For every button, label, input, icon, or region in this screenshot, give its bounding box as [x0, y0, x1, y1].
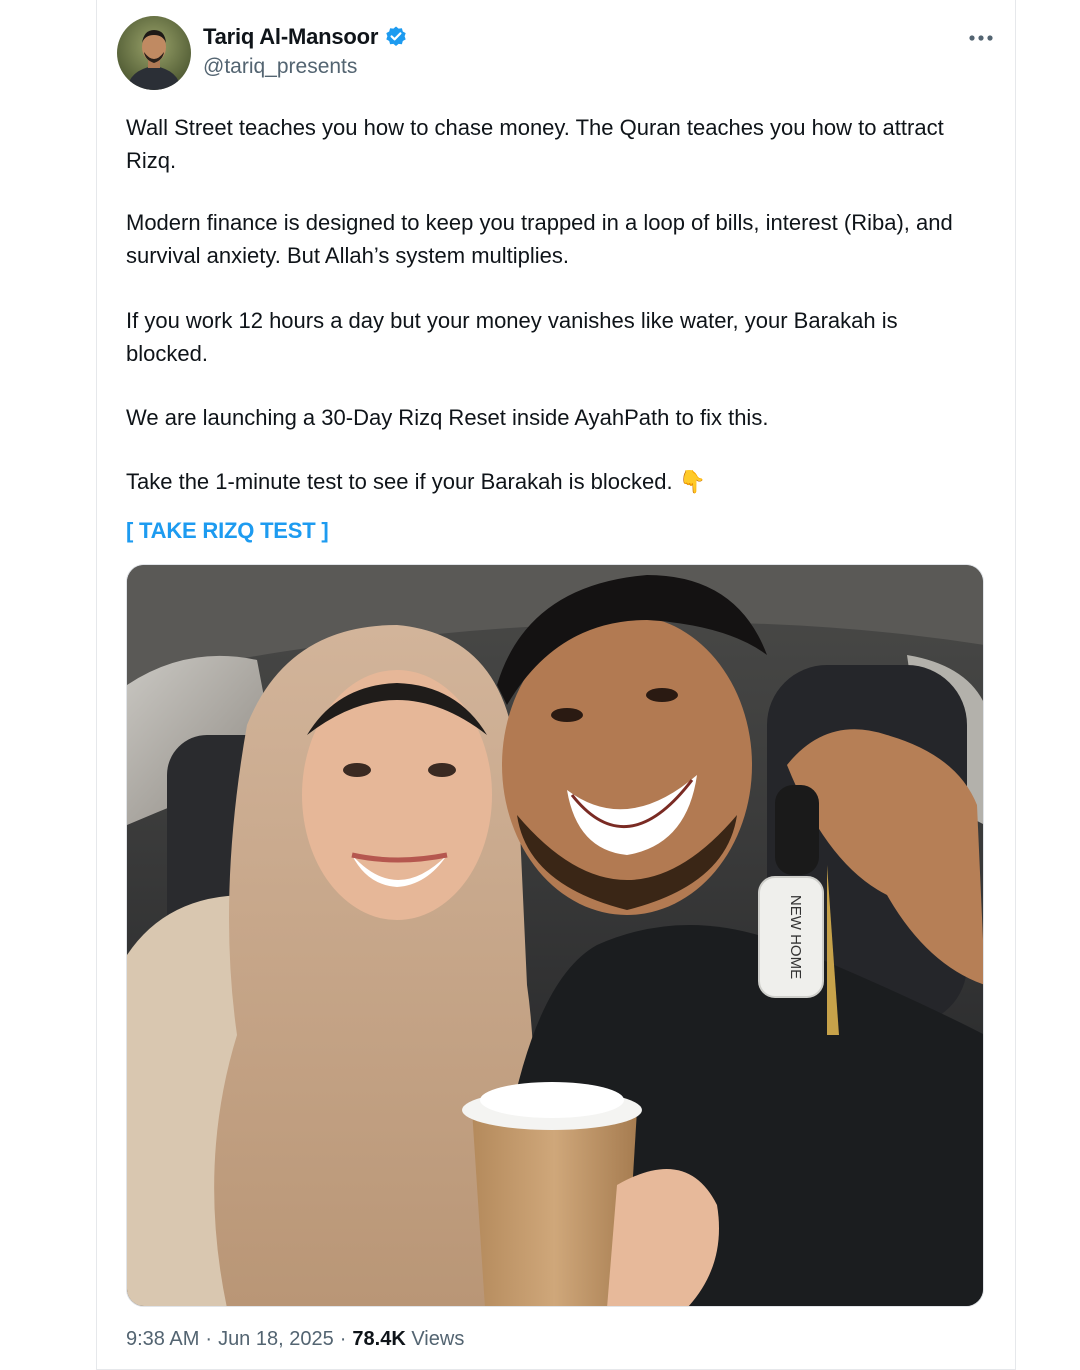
separator: · — [205, 1328, 213, 1350]
separator: · — [339, 1328, 347, 1350]
tweet-date[interactable]: Jun 18, 2025 — [218, 1328, 334, 1351]
take-rizq-test-link[interactable]: [ TAKE RIZQ TEST ] — [126, 518, 329, 544]
views-label: Views — [411, 1328, 465, 1350]
tweet-meta: 9:38 AM · Jun 18, 2025 · 78.4K Views — [126, 1328, 464, 1351]
more-options-icon[interactable] — [966, 26, 996, 50]
tweet-paragraph: Wall Street teaches you how to chase mon… — [126, 115, 944, 173]
media-photo: NEW HOME — [127, 565, 983, 1306]
tweet-paragraph: Take the 1-minute test to see if your Ba… — [126, 469, 707, 494]
author-avatar[interactable] — [117, 16, 191, 90]
author-name-row[interactable]: Tariq Al-Mansoor — [203, 24, 408, 50]
tweet-media-image[interactable]: NEW HOME — [126, 564, 984, 1307]
tweet-paragraph: Modern finance is designed to keep you t… — [126, 210, 953, 268]
tweet-paragraph: We are launching a 30-Day Rizq Reset ins… — [126, 405, 769, 430]
keytag-text: NEW HOME — [787, 895, 804, 979]
tweet-time[interactable]: 9:38 AM — [126, 1328, 199, 1351]
author-handle[interactable]: @tariq_presents — [203, 55, 357, 79]
views-count: 78.4K — [352, 1328, 406, 1350]
verified-badge-icon — [386, 26, 406, 46]
tweet-paragraph: If you work 12 hours a day but your mone… — [126, 308, 898, 366]
author-name[interactable]: Tariq Al-Mansoor — [203, 24, 378, 50]
